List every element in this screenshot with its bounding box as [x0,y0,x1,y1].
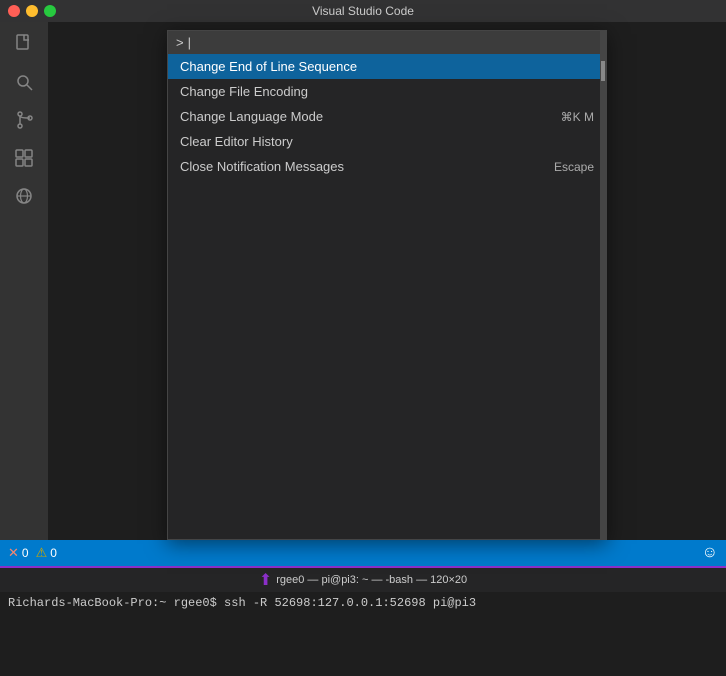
command-item-clear-history[interactable]: Clear Editor History [168,129,606,154]
remote-icon[interactable] [10,182,38,210]
close-button[interactable] [8,5,20,17]
input-cursor: | [188,35,191,50]
terminal-panel: ⬆ rgee0 — pi@pi3: ~ — -bash — 120×20 Ric… [0,566,726,676]
terminal-prompt: Richards-MacBook-Pro:~ rgee0$ ssh -R 526… [8,596,476,610]
files-icon[interactable] [10,30,38,58]
command-item-change-eol[interactable]: Change End of Line Sequence [168,54,606,79]
palette-scrollbar-thumb [601,61,605,81]
error-number: 0 [22,546,29,560]
maximize-button[interactable] [44,5,56,17]
main-layout: > | Change End of Line Sequence Change F… [0,22,726,540]
terminal-tab-bar: ⬆ rgee0 — pi@pi3: ~ — -bash — 120×20 [0,568,726,592]
warning-number: 0 [50,546,57,560]
command-label: Close Notification Messages [180,159,344,174]
input-prefix: > [176,35,184,50]
command-item-change-language[interactable]: Change Language Mode ⌘K M [168,104,606,129]
error-count[interactable]: ✕ 0 ⚠ 0 [8,545,57,561]
title-bar: Visual Studio Code [0,0,726,22]
command-label: Change Language Mode [180,109,323,124]
error-icon: ✕ [8,545,19,561]
command-list: Change End of Line Sequence Change File … [168,54,606,179]
command-shortcut: Escape [554,160,594,174]
terminal-arrow-icon: ⬆ [259,570,272,590]
window-controls [8,5,56,17]
search-icon[interactable] [10,68,38,96]
palette-scrollbar [600,31,606,539]
terminal-tab-label: rgee0 — pi@pi3: ~ — -bash — 120×20 [276,574,467,586]
command-item-change-encoding[interactable]: Change File Encoding [168,79,606,104]
command-label: Change File Encoding [180,84,308,99]
activity-bar [0,22,48,540]
minimize-button[interactable] [26,5,38,17]
app-title: Visual Studio Code [312,4,414,18]
command-shortcut: ⌘K M [561,110,594,124]
command-label: Clear Editor History [180,134,293,149]
terminal-content[interactable]: Richards-MacBook-Pro:~ rgee0$ ssh -R 526… [0,592,726,614]
command-palette: > | Change End of Line Sequence Change F… [167,30,607,540]
editor-area: > | Change End of Line Sequence Change F… [48,22,726,540]
command-palette-overlay: > | Change End of Line Sequence Change F… [48,22,726,540]
warning-icon: ⚠ [36,545,48,561]
command-label: Change End of Line Sequence [180,59,357,74]
source-control-icon[interactable] [10,106,38,134]
command-input-wrap[interactable]: > | [168,31,606,54]
command-item-close-notifications[interactable]: Close Notification Messages Escape [168,154,606,179]
smiley-icon[interactable]: ☺ [702,544,718,562]
status-bar: ✕ 0 ⚠ 0 ☺ [0,540,726,566]
extensions-icon[interactable] [10,144,38,172]
